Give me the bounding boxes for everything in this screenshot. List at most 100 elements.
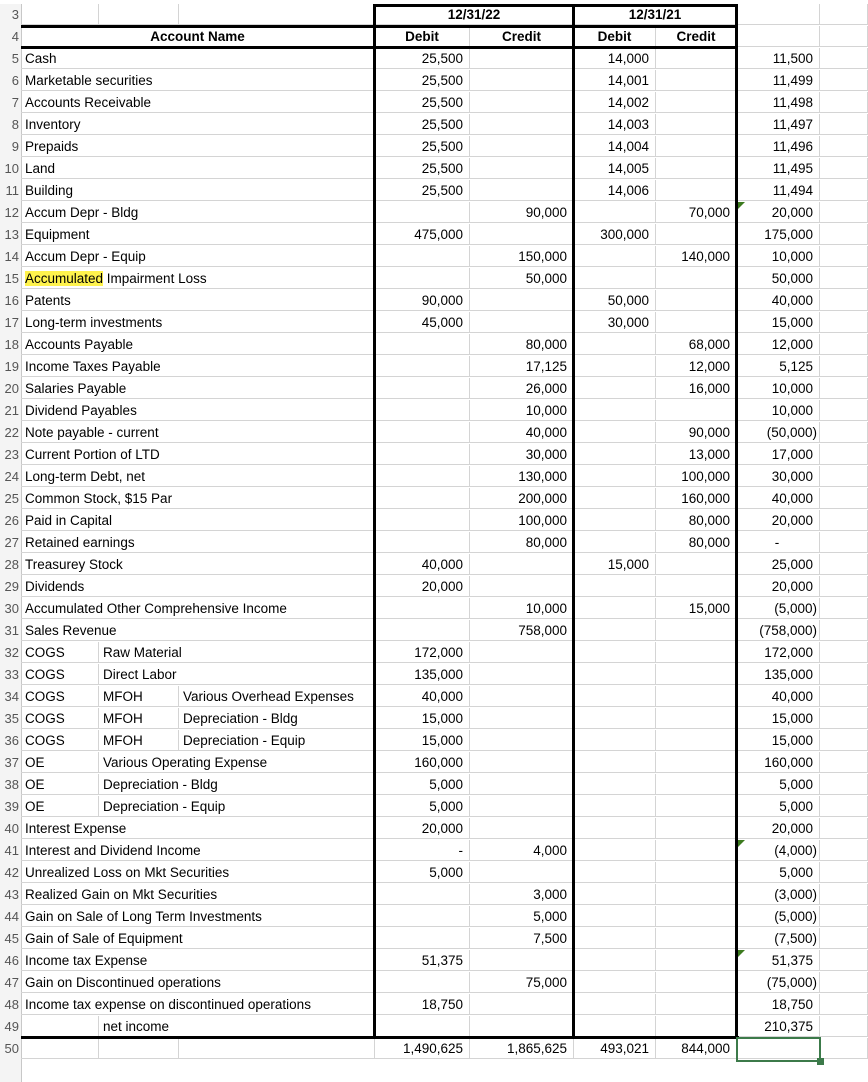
- account-name-cell[interactable]: OE: [21, 774, 99, 795]
- account-subcategory-cell[interactable]: MFOH: [99, 686, 179, 707]
- credit-2022-cell[interactable]: 17,125: [470, 356, 574, 377]
- account-subcategory-cell[interactable]: Various Operating Expense: [99, 752, 375, 773]
- account-name-cell[interactable]: Gain on Discontinued operations: [21, 972, 375, 993]
- account-name-cell[interactable]: Note payable - current: [21, 422, 375, 443]
- credit-2022-cell[interactable]: [470, 554, 574, 575]
- total-credit-2022[interactable]: 1,865,625: [470, 1038, 574, 1059]
- account-name-cell[interactable]: COGS: [21, 642, 99, 663]
- credit-2022-cell[interactable]: [470, 642, 574, 663]
- account-name-cell[interactable]: Accum Depr - Equip: [21, 246, 375, 267]
- difference-cell[interactable]: 210,375: [737, 1016, 820, 1037]
- row-header[interactable]: 31: [0, 620, 22, 642]
- difference-cell[interactable]: 172,000: [737, 642, 820, 663]
- credit-2022-cell[interactable]: [470, 708, 574, 729]
- difference-cell[interactable]: 11,494: [737, 180, 820, 201]
- empty-cell[interactable]: [820, 972, 868, 993]
- debit-2021-cell[interactable]: [574, 1016, 656, 1037]
- credit-2022-cell[interactable]: [470, 994, 574, 1015]
- empty-cell[interactable]: [99, 4, 179, 25]
- account-name-cell[interactable]: Dividends: [21, 576, 375, 597]
- credit-2022-cell[interactable]: 10,000: [470, 598, 574, 619]
- row-header[interactable]: 48: [0, 994, 22, 1016]
- empty-cell[interactable]: [820, 70, 868, 91]
- difference-cell[interactable]: 30,000: [737, 466, 820, 487]
- account-name-header[interactable]: Account Name: [21, 26, 375, 47]
- difference-cell[interactable]: 5,000: [737, 774, 820, 795]
- credit-2021-cell[interactable]: [656, 576, 737, 597]
- empty-cell[interactable]: [21, 1038, 99, 1059]
- difference-cell[interactable]: 20,000: [737, 818, 820, 839]
- account-name-cell[interactable]: Long-term Debt, net: [21, 466, 375, 487]
- credit-2021-cell[interactable]: [656, 950, 737, 971]
- difference-cell[interactable]: 175,000: [737, 224, 820, 245]
- account-name-cell[interactable]: OE: [21, 796, 99, 817]
- credit-2022-cell[interactable]: 100,000: [470, 510, 574, 531]
- debit-2021-cell[interactable]: [574, 202, 656, 223]
- debit-2022-cell[interactable]: 25,500: [375, 114, 470, 135]
- credit-2022-cell[interactable]: 4,000: [470, 840, 574, 861]
- empty-cell[interactable]: [820, 1038, 868, 1059]
- difference-cell[interactable]: 50,000: [737, 268, 820, 289]
- debit-2021-cell[interactable]: 50,000: [574, 290, 656, 311]
- debit-2022-cell[interactable]: [375, 466, 470, 487]
- difference-cell[interactable]: 11,498: [737, 92, 820, 113]
- credit-2021-cell[interactable]: [656, 730, 737, 751]
- account-name-cell[interactable]: Gain on Sale of Long Term Investments: [21, 906, 375, 927]
- credit-2022-cell[interactable]: 75,000: [470, 972, 574, 993]
- account-name-cell[interactable]: Income tax expense on discontinued opera…: [21, 994, 375, 1015]
- credit-2021-cell[interactable]: [656, 796, 737, 817]
- empty-cell[interactable]: [820, 158, 868, 179]
- difference-cell[interactable]: 10,000: [737, 246, 820, 267]
- debit-2021-cell[interactable]: [574, 620, 656, 641]
- empty-cell[interactable]: [820, 994, 868, 1015]
- account-name-cell[interactable]: Marketable securities: [21, 70, 375, 91]
- empty-cell[interactable]: [820, 928, 868, 949]
- debit-2022-cell[interactable]: 25,500: [375, 180, 470, 201]
- empty-cell[interactable]: [820, 840, 868, 861]
- debit-2022-cell[interactable]: [375, 202, 470, 223]
- credit-2021-cell[interactable]: [656, 994, 737, 1015]
- credit-2021-cell[interactable]: [656, 180, 737, 201]
- empty-cell[interactable]: [820, 818, 868, 839]
- empty-cell[interactable]: [820, 136, 868, 157]
- row-header[interactable]: 21: [0, 400, 22, 422]
- debit-2021-cell[interactable]: [574, 840, 656, 861]
- empty-cell[interactable]: [179, 1038, 375, 1059]
- debit-2022-cell[interactable]: 40,000: [375, 686, 470, 707]
- credit-2021-cell[interactable]: [656, 400, 737, 421]
- empty-cell[interactable]: [820, 48, 868, 69]
- empty-cell[interactable]: [820, 686, 868, 707]
- account-subcategory-cell[interactable]: net income: [99, 1016, 375, 1037]
- empty-cell[interactable]: [820, 708, 868, 729]
- row-header[interactable]: 45: [0, 928, 22, 950]
- credit-2022-cell[interactable]: [470, 950, 574, 971]
- credit-header-2021[interactable]: Credit: [656, 26, 737, 47]
- credit-2022-cell[interactable]: [470, 158, 574, 179]
- debit-2022-cell[interactable]: [375, 400, 470, 421]
- debit-2021-cell[interactable]: [574, 906, 656, 927]
- row-header[interactable]: 20: [0, 378, 22, 400]
- difference-cell[interactable]: 160,000: [737, 752, 820, 773]
- row-header[interactable]: 7: [0, 92, 22, 114]
- credit-2021-cell[interactable]: 15,000: [656, 598, 737, 619]
- account-name-cell[interactable]: Current Portion of LTD: [21, 444, 375, 465]
- row-header[interactable]: 8: [0, 114, 22, 136]
- debit-2022-cell[interactable]: 15,000: [375, 730, 470, 751]
- debit-2022-cell[interactable]: 51,375: [375, 950, 470, 971]
- credit-2021-cell[interactable]: 12,000: [656, 356, 737, 377]
- account-name-cell[interactable]: Interest Expense: [21, 818, 375, 839]
- debit-2022-cell[interactable]: [375, 356, 470, 377]
- account-name-cell[interactable]: Equipment: [21, 224, 375, 245]
- debit-2021-cell[interactable]: [574, 422, 656, 443]
- account-name-cell[interactable]: Interest and Dividend Income: [21, 840, 375, 861]
- account-name-cell[interactable]: Land: [21, 158, 375, 179]
- account-name-cell[interactable]: Long-term investments: [21, 312, 375, 333]
- debit-2022-cell[interactable]: 475,000: [375, 224, 470, 245]
- difference-cell[interactable]: 25,000: [737, 554, 820, 575]
- credit-2022-cell[interactable]: [470, 664, 574, 685]
- credit-2022-cell[interactable]: [470, 92, 574, 113]
- credit-2022-cell[interactable]: [470, 290, 574, 311]
- empty-cell[interactable]: [820, 268, 868, 289]
- row-header[interactable]: 10: [0, 158, 22, 180]
- row-header[interactable]: 27: [0, 532, 22, 554]
